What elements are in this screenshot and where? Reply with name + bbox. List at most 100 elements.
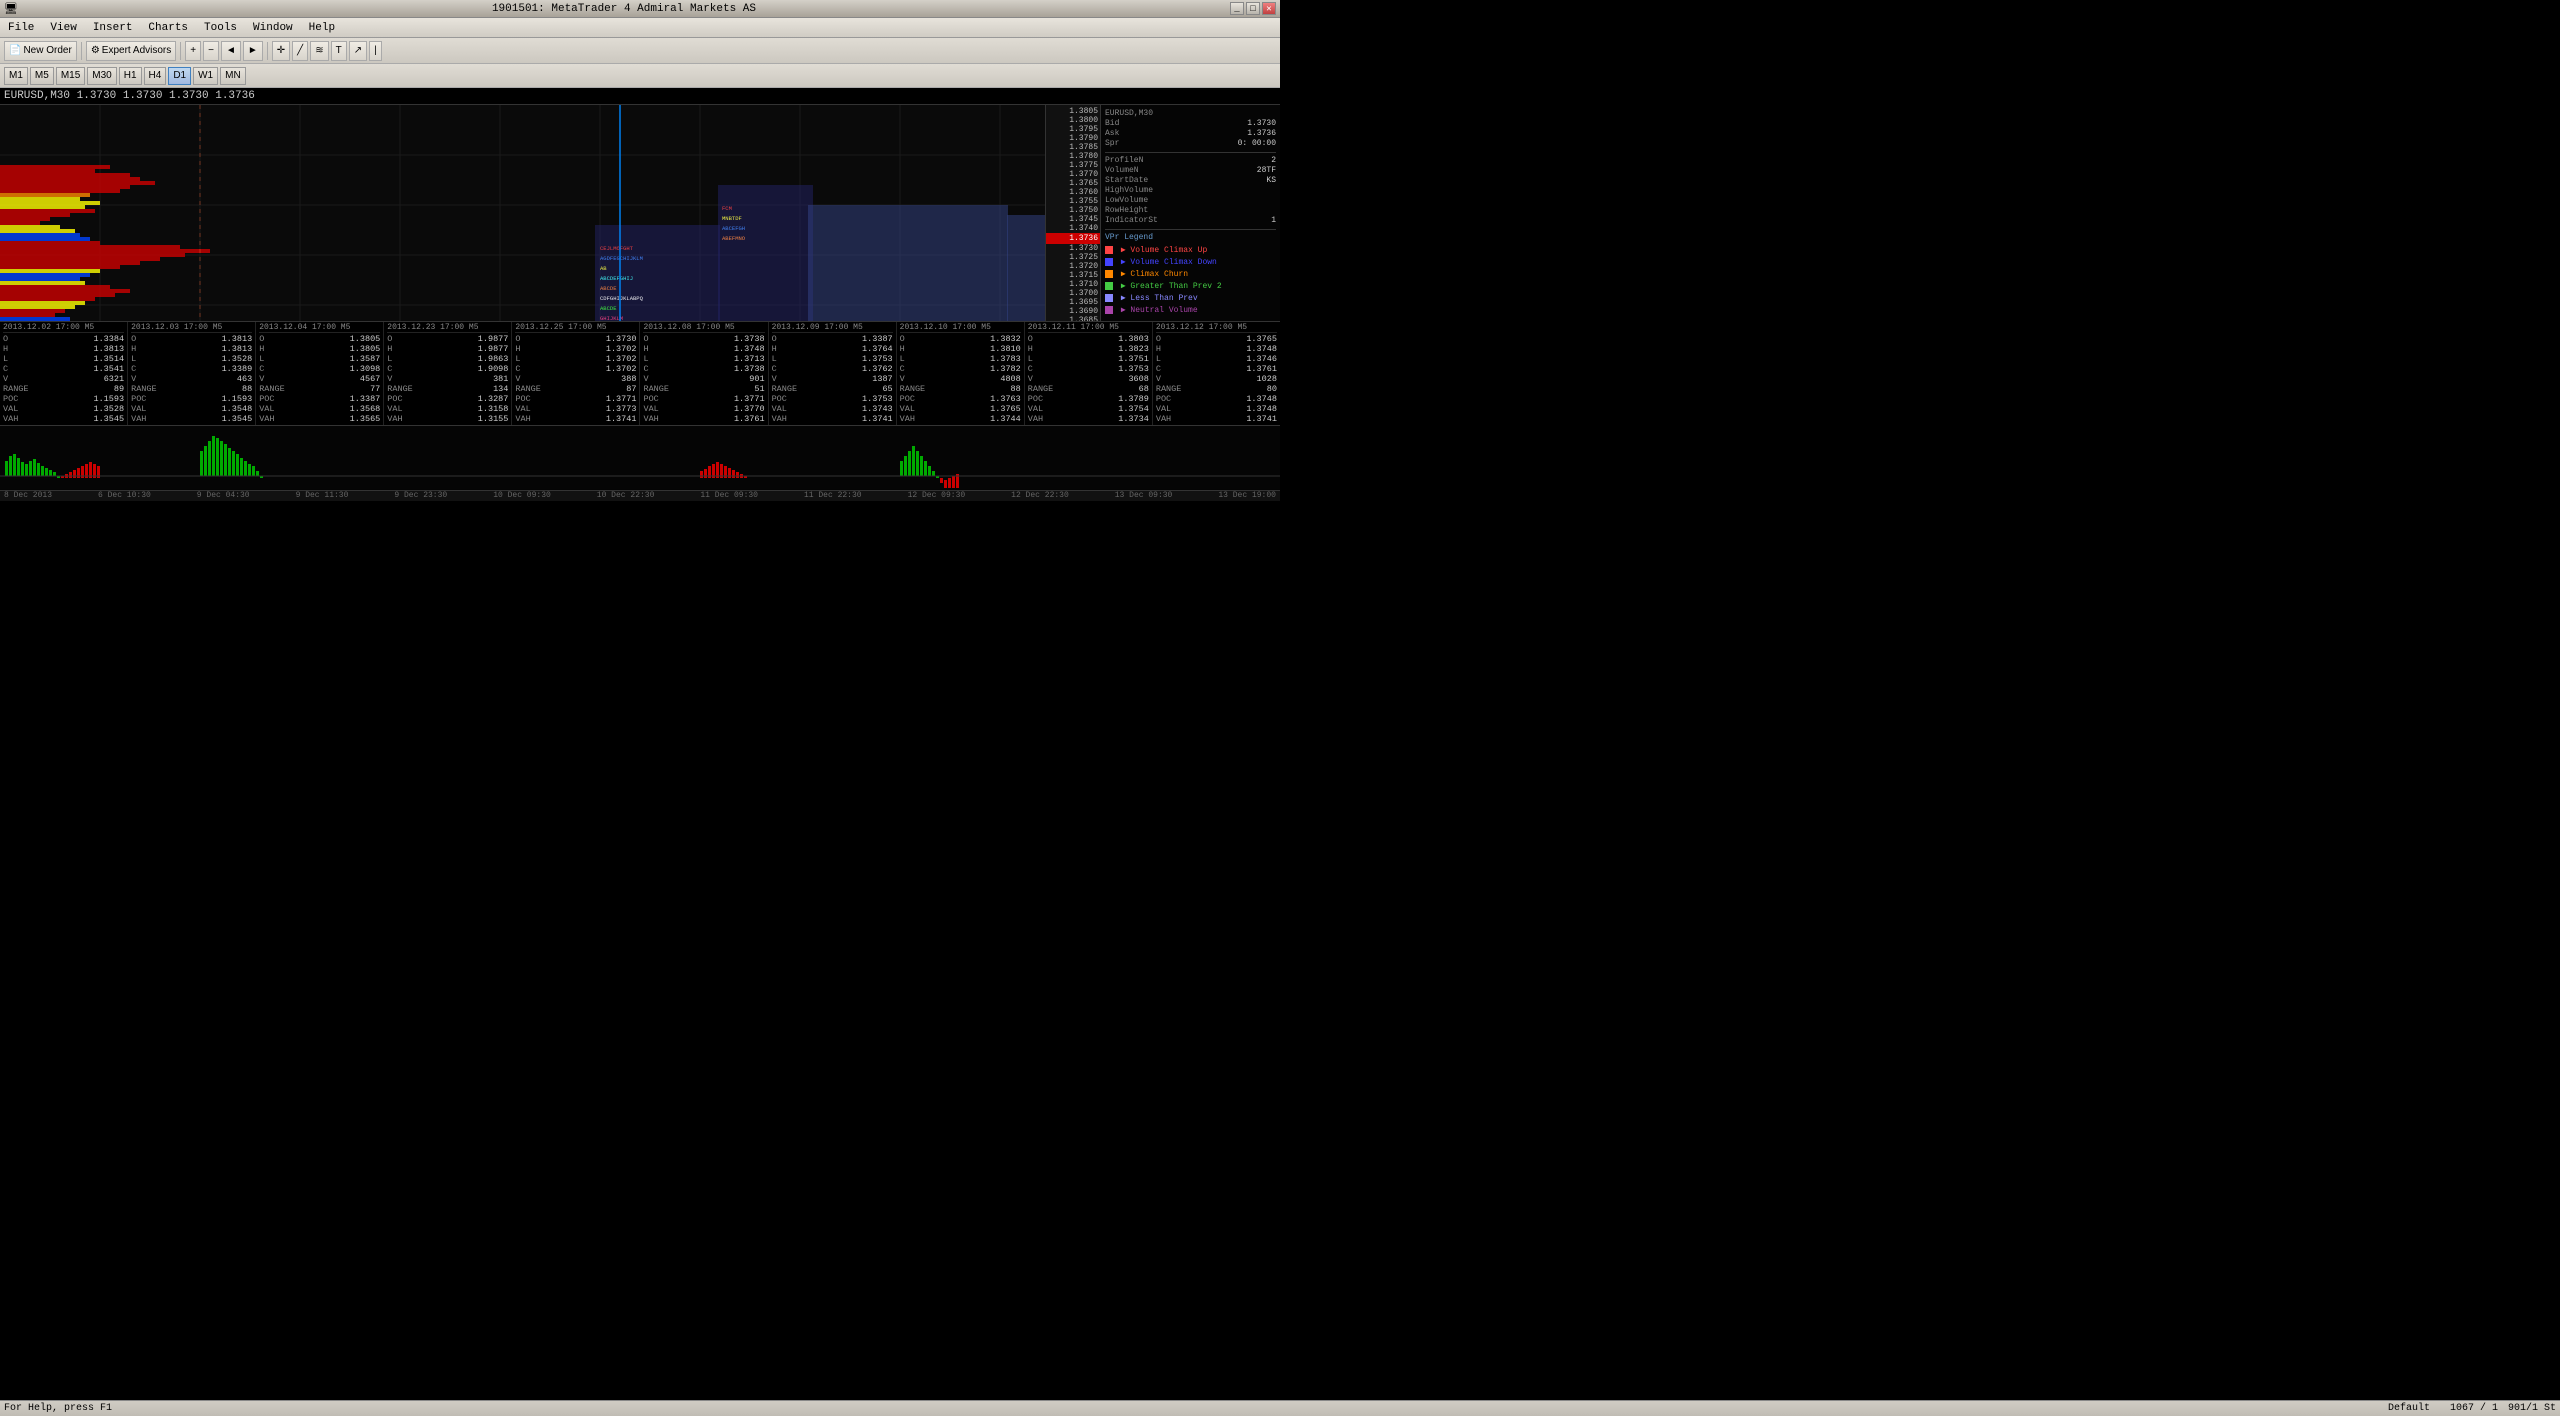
minimize-button[interactable]: _ <box>1230 2 1244 15</box>
price-tick: 1.3785 <box>1046 143 1100 152</box>
crosshair-button[interactable]: ✛ <box>272 41 290 61</box>
price-axis: 1.3805 1.3800 1.3795 1.3790 1.3785 1.378… <box>1045 105 1100 321</box>
svg-text:ABCDEFGHIJ: ABCDEFGHIJ <box>600 275 633 282</box>
toolbar-2: M1 M5 M15 M30 H1 H4 D1 W1 MN <box>0 64 1280 88</box>
time-label: 9 Dec 11:30 <box>296 491 349 500</box>
tf-m1[interactable]: M1 <box>4 67 28 85</box>
right-info-panel: EURUSD,M30 Bid 1.3730 Ask 1.3736 Spr 0: … <box>1100 105 1280 321</box>
legend-volume-climax-up: ▶ Volume Climax Up <box>1105 245 1276 255</box>
price-tick: 1.3720 <box>1046 262 1100 271</box>
price-tick: 1.3690 <box>1046 307 1100 316</box>
time-label: 8 Dec 2013 <box>4 491 52 500</box>
price-tick: 1.3775 <box>1046 161 1100 170</box>
status-help-text: For Help, press F1 <box>4 1403 2388 1414</box>
menu-view[interactable]: View <box>46 21 80 35</box>
stat-col-1: 2013.12.03 17:00 M5 O1.3813 H1.3813 L1.3… <box>128 322 256 425</box>
tf-m15[interactable]: M15 <box>56 67 85 85</box>
price-tick: 1.3695 <box>1046 298 1100 307</box>
tf-m5[interactable]: M5 <box>30 67 54 85</box>
legend-greater-than-prev: ▶ Greater Than Prev 2 <box>1105 281 1276 291</box>
menu-help[interactable]: Help <box>305 21 339 35</box>
menu-tools[interactable]: Tools <box>200 21 241 35</box>
price-tick: 1.3805 <box>1046 107 1100 116</box>
svg-text:ABEFMNO: ABEFMNO <box>722 235 746 242</box>
svg-text:ABCDE: ABCDE <box>600 305 617 312</box>
stat-col-2: 2013.12.04 17:00 M5 O1.3805 H1.3805 L1.3… <box>256 322 384 425</box>
price-tick: 1.3800 <box>1046 116 1100 125</box>
tf-m30[interactable]: M30 <box>87 67 116 85</box>
price-tick: 1.3740 <box>1046 224 1100 233</box>
period-separator-button[interactable]: | <box>369 41 382 61</box>
stat-col-4: 2013.12.25 17:00 M5 O1.3730 H1.3702 L1.3… <box>512 322 640 425</box>
time-label: 13 Dec 19:00 <box>1218 491 1276 500</box>
menu-file[interactable]: File <box>4 21 38 35</box>
menu-window[interactable]: Window <box>249 21 297 35</box>
rp-ask-row: Ask 1.3736 <box>1105 129 1276 138</box>
svg-text:AGDFEGCHIJKLM: AGDFEGCHIJKLM <box>600 255 643 262</box>
rp-startdate: StartDate KS <box>1105 176 1276 185</box>
time-label: 13 Dec 09:30 <box>1115 491 1173 500</box>
bottom-panel: 2013.12.02 17:00 M5 O1.3384 H1.3813 L1.3… <box>0 321 1280 501</box>
tf-h1[interactable]: H1 <box>119 67 142 85</box>
tf-w1[interactable]: W1 <box>193 67 218 85</box>
chart-scroll-right[interactable]: ► <box>243 41 263 61</box>
svg-text:AB: AB <box>600 265 607 272</box>
zoom-out-button[interactable]: − <box>203 41 219 61</box>
price-tick: 1.3700 <box>1046 289 1100 298</box>
current-price-tick: 1.3736 <box>1046 233 1100 244</box>
window-title: 1901501: MetaTrader 4 Admiral Markets AS <box>18 3 1230 15</box>
rp-spread-row: Spr 0: 00:00 <box>1105 139 1276 148</box>
legend-volume-climax-down: ▶ Volume Climax Down <box>1105 257 1276 267</box>
menu-bar: File View Insert Charts Tools Window Hel… <box>0 18 1280 38</box>
chart-symbol-label: EURUSD,M30 1.3730 1.3730 1.3730 1.3736 <box>4 90 255 102</box>
toolbar-separator <box>81 42 82 60</box>
rp-volumeN: VolumeN 28TF <box>1105 166 1276 175</box>
rp-indicator: IndicatorSt 1 <box>1105 216 1276 225</box>
fib-button[interactable]: ≋ <box>310 41 328 61</box>
tf-mn[interactable]: MN <box>220 67 246 85</box>
arrow-button[interactable]: ↗ <box>349 41 367 61</box>
expert-advisor-icon: ⚙ <box>91 45 100 56</box>
price-tick: 1.3760 <box>1046 188 1100 197</box>
chart-scroll-left[interactable]: ◄ <box>221 41 241 61</box>
time-label: 12 Dec 22:30 <box>1011 491 1069 500</box>
chart-container[interactable]: F C M AEFGH ABCDE BFKLMN AHNOP ABHJM RST… <box>0 105 1100 321</box>
maximize-button[interactable]: □ <box>1246 2 1260 15</box>
rp-profilen: ProfileN 2 <box>1105 156 1276 165</box>
legend-title: VPr Legend <box>1105 233 1276 242</box>
price-tick: 1.3780 <box>1046 152 1100 161</box>
price-tick: 1.3710 <box>1046 280 1100 289</box>
status-position: 1067 / 1 <box>2450 1403 2498 1414</box>
time-label: 10 Dec 09:30 <box>493 491 551 500</box>
svg-text:FCM: FCM <box>722 205 732 212</box>
line-button[interactable]: ╱ <box>292 41 308 61</box>
new-order-icon: 📄 <box>9 45 21 56</box>
stat-col-3: 2013.12.23 17:00 M5 O1.9877 H1.9877 L1.9… <box>384 322 512 425</box>
price-tick: 1.3765 <box>1046 179 1100 188</box>
price-tick: 1.3745 <box>1046 215 1100 224</box>
price-tick: 1.3750 <box>1046 206 1100 215</box>
rp-symbol-row: EURUSD,M30 <box>1105 109 1276 118</box>
stat-col-8: 2013.12.11 17:00 M5 O1.3803 H1.3823 L1.3… <box>1025 322 1153 425</box>
zoom-in-button[interactable]: + <box>185 41 201 61</box>
stat-col-9: 2013.12.12 17:00 M5 O1.3765 H1.3748 L1.3… <box>1153 322 1280 425</box>
price-tick: 1.3725 <box>1046 253 1100 262</box>
tf-h4[interactable]: H4 <box>144 67 167 85</box>
close-button[interactable]: ✕ <box>1262 2 1276 15</box>
window-controls[interactable]: _ □ ✕ <box>1230 2 1276 15</box>
text-button[interactable]: T <box>331 41 347 61</box>
time-label: 9 Dec 23:30 <box>394 491 447 500</box>
status-template: Default <box>2388 1403 2430 1414</box>
tf-d1[interactable]: D1 <box>168 67 191 85</box>
rp-bid-row: Bid 1.3730 <box>1105 119 1276 128</box>
svg-text:MNBTDF: MNBTDF <box>722 215 742 222</box>
new-order-button[interactable]: 📄 New Order <box>4 41 77 61</box>
svg-text:ABCEFGH: ABCEFGH <box>722 225 745 232</box>
legend-climax-churn: ▶ Climax Churn <box>1105 269 1276 279</box>
oscillator-panel <box>0 426 1280 490</box>
menu-charts[interactable]: Charts <box>144 21 192 35</box>
expert-advisor-button[interactable]: ⚙ Expert Advisors <box>86 41 176 61</box>
price-tick: 1.3770 <box>1046 170 1100 179</box>
legend-neutral-volume: ▶ Neutral Volume <box>1105 305 1276 315</box>
menu-insert[interactable]: Insert <box>89 21 137 35</box>
